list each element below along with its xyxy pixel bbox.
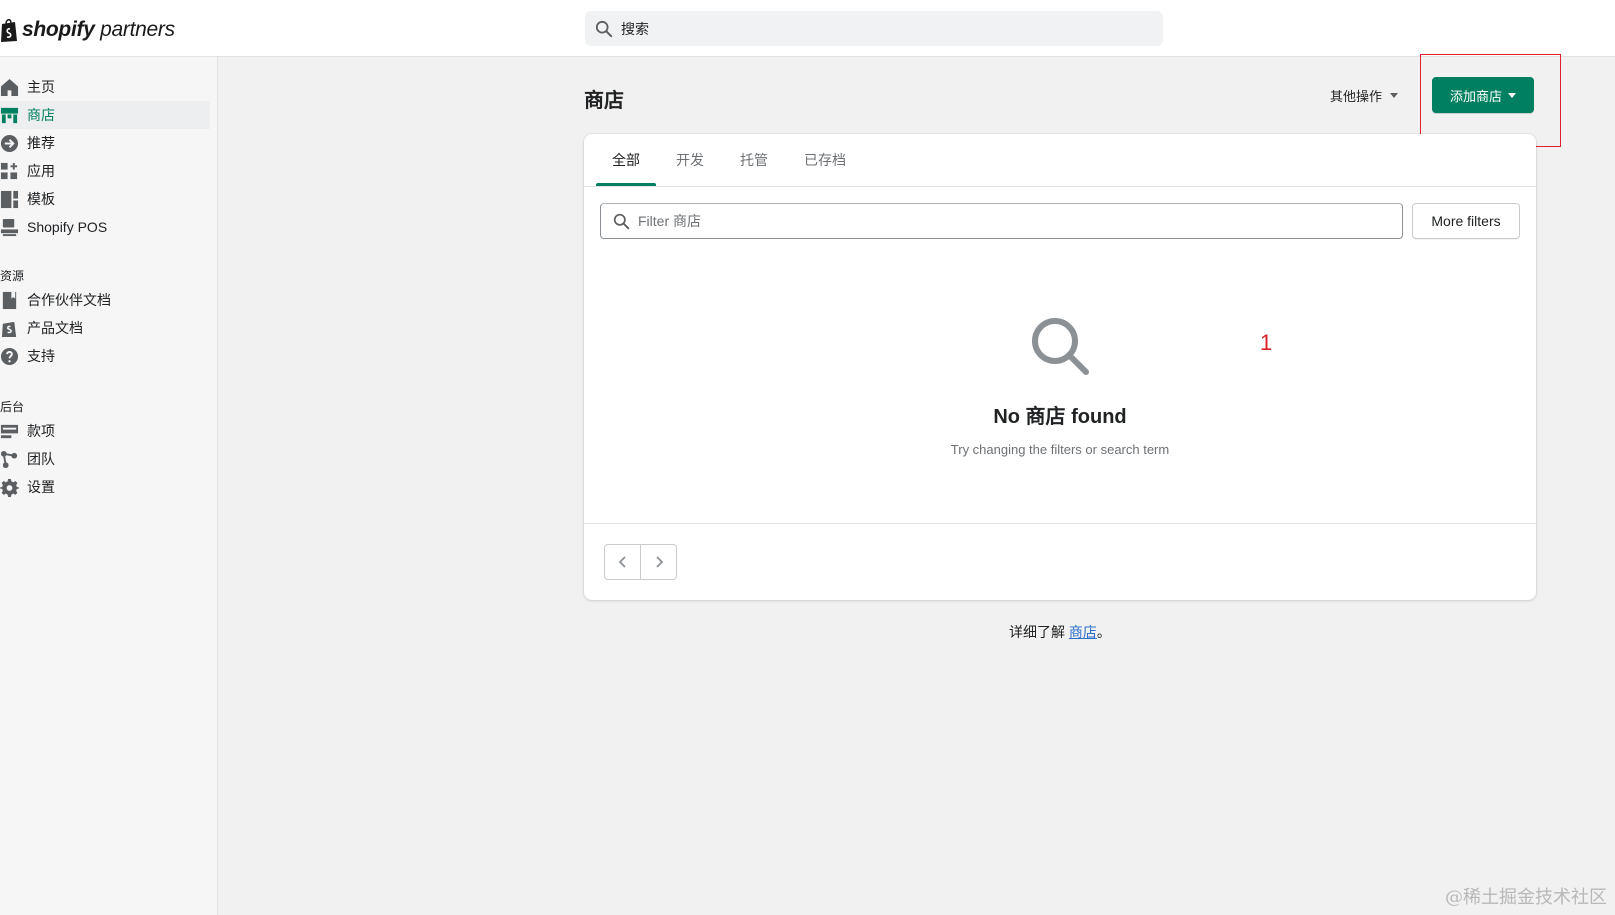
sidebar-item-label: 模板 [27,191,55,207]
sidebar-item-pos[interactable]: Shopify POS [0,213,210,241]
chevron-left-icon [618,556,626,568]
filter-field[interactable] [600,203,1403,239]
more-actions-dropdown[interactable]: 其他操作 [1330,86,1399,105]
tab-all[interactable]: 全部 [596,134,656,186]
tab-bar: 全部 开发 托管 已存档 [596,134,866,186]
top-bar: shopify partners [0,0,1615,57]
annotation-number: 1 [1260,330,1273,355]
sidebar-item-stores[interactable]: 商店 [0,101,210,129]
store-icon [0,106,19,125]
learn-more-text: 详细了解 商店。 [1009,622,1111,642]
divider [584,523,1536,524]
shopify-bag-icon [0,319,19,338]
filter-input[interactable] [638,213,1378,229]
sidebar-item-label: 合作伙伴文档 [27,292,111,308]
empty-state-subtitle: Try changing the filters or search term [950,442,1170,457]
previous-page-button[interactable] [604,544,641,580]
sidebar-item-support[interactable]: 支持 [0,342,210,370]
search-icon [613,213,630,229]
sidebar-item-home[interactable]: 主页 [0,73,210,101]
question-icon [0,347,19,366]
stores-card: 全部 开发 托管 已存档 More filters No 商店 found Tr… [584,134,1536,600]
sidebar-item-partner-docs[interactable]: 合作伙伴文档 [0,286,210,314]
logo-text: shopify partners [22,18,175,41]
sidebar-item-team[interactable]: 团队 [0,445,210,473]
chevron-down-icon [1390,93,1399,98]
sidebar-item-payouts[interactable]: 款项 [0,417,210,445]
chevron-right-icon [655,556,663,568]
empty-state-title: No 商店 found [993,406,1127,428]
sidebar-item-label: 团队 [27,451,55,467]
sidebar: 主页 商店 推荐 应用 模板 Shopify POS 资源 合作伙伴文档 产品文… [0,57,218,915]
sidebar-item-referrals[interactable]: 推荐 [0,129,210,157]
section-title-backend: 后台 [0,400,25,414]
search-icon [595,20,613,37]
referral-icon [0,134,19,153]
more-filters-button[interactable]: More filters [1412,203,1520,239]
learn-more-link[interactable]: 商店 [1069,624,1097,640]
sidebar-item-settings[interactable]: 设置 [0,473,210,501]
tab-managed[interactable]: 托管 [724,134,784,186]
book-icon [0,291,19,310]
sidebar-item-label: 设置 [27,479,55,495]
global-search[interactable] [585,11,1163,46]
sidebar-item-themes[interactable]: 模板 [0,185,210,213]
tab-archived[interactable]: 已存档 [788,134,862,186]
sidebar-item-label: 推荐 [27,135,55,151]
section-title-resources: 资源 [0,269,25,283]
home-icon [0,78,19,97]
sidebar-item-label: 应用 [27,163,55,179]
sidebar-item-product-docs[interactable]: 产品文档 [0,314,210,342]
payouts-icon [0,422,19,441]
sidebar-item-label: Shopify POS [27,219,108,235]
apps-icon [0,162,19,181]
sidebar-item-apps[interactable]: 应用 [0,157,210,185]
sidebar-item-label: 商店 [27,107,55,123]
more-actions-label: 其他操作 [1330,89,1383,104]
learn-more-suffix: 。 [1096,624,1111,640]
tab-development[interactable]: 开发 [660,134,720,186]
divider [584,186,1536,187]
search-empty-icon [1032,318,1089,375]
gear-icon [0,478,19,497]
watermark: @稀土掘金技术社区 [1445,887,1607,908]
sidebar-item-label: 款项 [27,423,55,439]
sidebar-item-label: 主页 [27,79,55,95]
sidebar-item-label: 支持 [27,348,55,364]
next-page-button[interactable] [640,544,677,580]
pagination [604,544,677,580]
pos-icon [0,218,19,237]
sidebar-item-label: 产品文档 [27,320,83,336]
shopify-bag-icon [1,18,17,42]
shopify-partners-logo[interactable]: shopify partners [0,16,175,44]
themes-icon [0,190,19,209]
page-title: 商店 [584,90,624,112]
learn-more-prefix: 详细了解 [1009,624,1069,640]
team-icon [0,450,19,469]
search-input[interactable] [621,20,1141,37]
